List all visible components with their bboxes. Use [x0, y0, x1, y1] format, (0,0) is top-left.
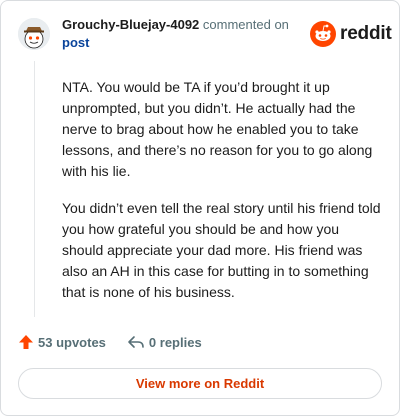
view-more-button[interactable]: View more on Reddit — [18, 368, 382, 399]
reply-arrow-icon — [128, 336, 144, 348]
comment-embed-card: Grouchy-Bluejay-4092 commented on post r… — [0, 0, 400, 416]
post-link[interactable]: post — [62, 35, 89, 50]
comment-action-text: commented on — [202, 17, 289, 32]
reply-count: 0 replies — [148, 334, 202, 350]
reddit-wordmark: reddit — [340, 23, 392, 44]
comment-paragraph: NTA. You would be TA if you’d brought it… — [62, 79, 373, 179]
comment-paragraph: You didn’t even tell the real story unti… — [62, 200, 381, 300]
author-link[interactable]: Grouchy-Bluejay-4092 — [62, 17, 199, 32]
upvote-arrow-icon — [19, 335, 33, 349]
reddit-logo[interactable]: reddit — [310, 21, 392, 47]
reddit-snoo-icon — [310, 21, 336, 47]
upvote-count: 53 upvotes — [38, 334, 106, 350]
user-avatar[interactable] — [18, 18, 50, 50]
comment-actions: 53 upvotes 0 replies — [18, 334, 202, 350]
comment-body: NTA. You would be TA if you’d brought it… — [62, 77, 382, 319]
reply-button[interactable]: 0 replies — [127, 334, 202, 350]
upvote-button[interactable]: 53 upvotes — [18, 334, 106, 350]
comment-meta: Grouchy-Bluejay-4092 commented on post — [62, 16, 302, 52]
snoo-avatar-icon — [18, 18, 50, 50]
thread-line — [34, 61, 35, 317]
